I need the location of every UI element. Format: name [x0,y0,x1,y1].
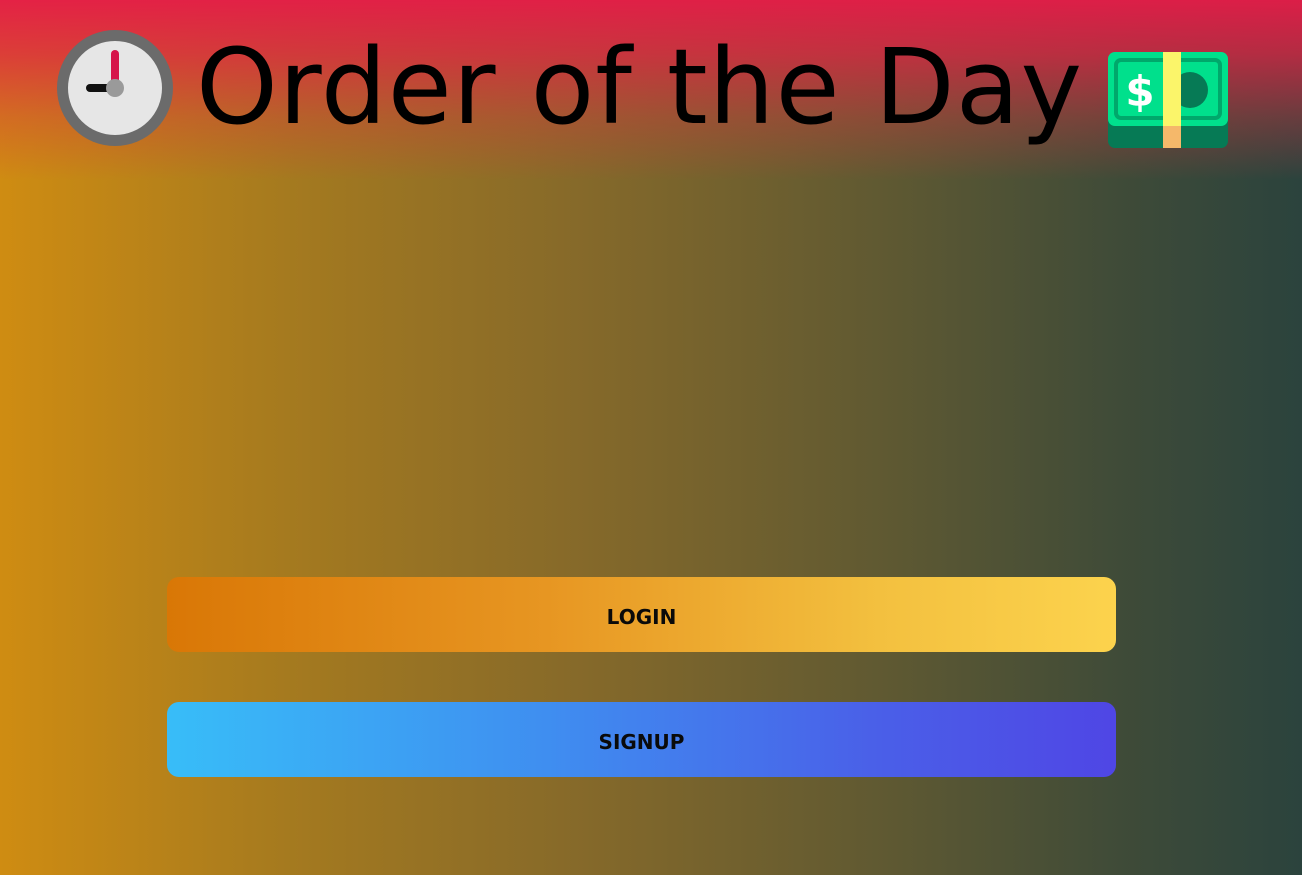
signup-button[interactable]: SIGNUP [167,702,1116,777]
page-title: Order of the Day [196,26,1083,148]
clock-icon [57,30,173,146]
login-button-label: LOGIN [606,605,677,629]
login-button[interactable]: LOGIN [167,577,1116,652]
svg-text:$: $ [1125,67,1154,116]
signup-button-label: SIGNUP [598,730,685,754]
dollar-banknote-icon: $ [1108,52,1228,148]
app-header: Order of the Day $ [0,0,1302,170]
